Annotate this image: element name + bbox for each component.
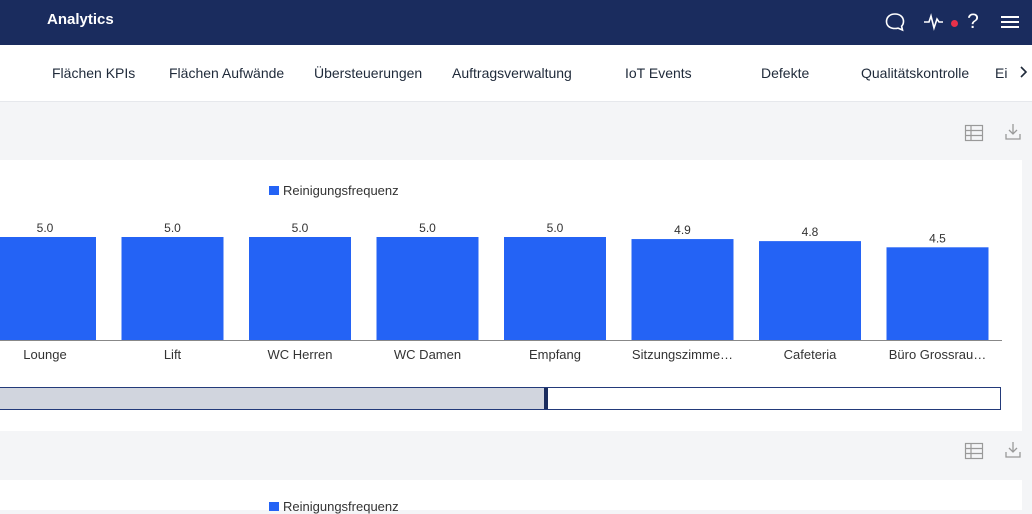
tab-qualitaetskontrolle[interactable]: Qualitätskontrolle — [861, 65, 969, 81]
tab-flaechen-aufwaende[interactable]: Flächen Aufwände — [169, 65, 284, 81]
range-slider[interactable] — [0, 387, 1001, 410]
x-tick-label-2: WC Herren — [267, 347, 332, 362]
top-bar: Analytics ? — [0, 0, 1032, 45]
bar-value-label-0: 5.0 — [37, 221, 54, 235]
bar-1[interactable] — [121, 237, 224, 340]
bar-value-label-5: 4.9 — [674, 223, 691, 237]
bar-value-label-3: 5.0 — [419, 221, 436, 235]
tabs-scroll-right-icon[interactable] — [1018, 65, 1028, 82]
tab-truncated[interactable]: Ei — [995, 65, 1007, 81]
menu-icon[interactable] — [997, 9, 1023, 35]
bar-7[interactable] — [886, 247, 989, 340]
table-view-icon-2[interactable] — [963, 440, 985, 462]
bar-value-label-1: 5.0 — [164, 221, 181, 235]
bar-value-label-7: 4.5 — [929, 231, 946, 245]
chat-icon[interactable] — [882, 9, 908, 35]
bar-5[interactable] — [631, 239, 734, 340]
chart-panel: Reinigungsfrequenz 5.0 Lounge 5.0 Lift 5.0 WC… — [0, 160, 1022, 431]
x-tick-label-7: Büro Grossrau… — [889, 347, 987, 362]
x-tick-label-0: Lounge — [23, 347, 66, 362]
x-tick-label-5: Sitzungszimme… — [632, 347, 733, 362]
tab-bar: Flächen KPIs Flächen Aufwände Übersteuer… — [0, 45, 1032, 102]
table-view-icon[interactable] — [963, 122, 985, 144]
tab-flaechen-kpis[interactable]: Flächen KPIs — [52, 65, 135, 81]
download-icon-2[interactable] — [1002, 439, 1024, 461]
x-tick-label-1: Lift — [164, 347, 182, 362]
tab-iot-events[interactable]: IoT Events — [625, 65, 692, 81]
notification-dot — [951, 20, 958, 27]
bar-6[interactable] — [759, 241, 861, 340]
x-tick-label-4: Empfang — [529, 347, 581, 362]
x-tick-label-6: Cafeteria — [784, 347, 838, 362]
bar-2[interactable] — [249, 237, 351, 340]
bar-0[interactable] — [0, 237, 96, 340]
bar-value-label-2: 5.0 — [292, 221, 309, 235]
slider-handle[interactable] — [543, 388, 548, 409]
chart-legend-2[interactable]: Reinigungsfrequenz — [269, 499, 399, 514]
download-icon[interactable] — [1002, 121, 1024, 143]
app-title: Analytics — [47, 11, 114, 28]
bar-3[interactable] — [376, 237, 479, 340]
x-tick-label-3: WC Damen — [394, 347, 461, 362]
tab-auftragsverwaltung[interactable]: Auftragsverwaltung — [452, 65, 572, 81]
slider-selected-range — [0, 388, 546, 409]
bar-value-label-6: 4.8 — [802, 225, 819, 239]
tab-uebersteuerungen[interactable]: Übersteuerungen — [314, 65, 422, 81]
bar-4[interactable] — [504, 237, 606, 340]
activity-icon[interactable] — [921, 9, 947, 35]
help-icon[interactable]: ? — [960, 9, 986, 35]
tab-defekte[interactable]: Defekte — [761, 65, 809, 81]
chart-panel-2: Reinigungsfrequenz — [0, 480, 1022, 514]
legend-label-2: Reinigungsfrequenz — [283, 499, 399, 514]
bar-value-label-4: 5.0 — [547, 221, 564, 235]
